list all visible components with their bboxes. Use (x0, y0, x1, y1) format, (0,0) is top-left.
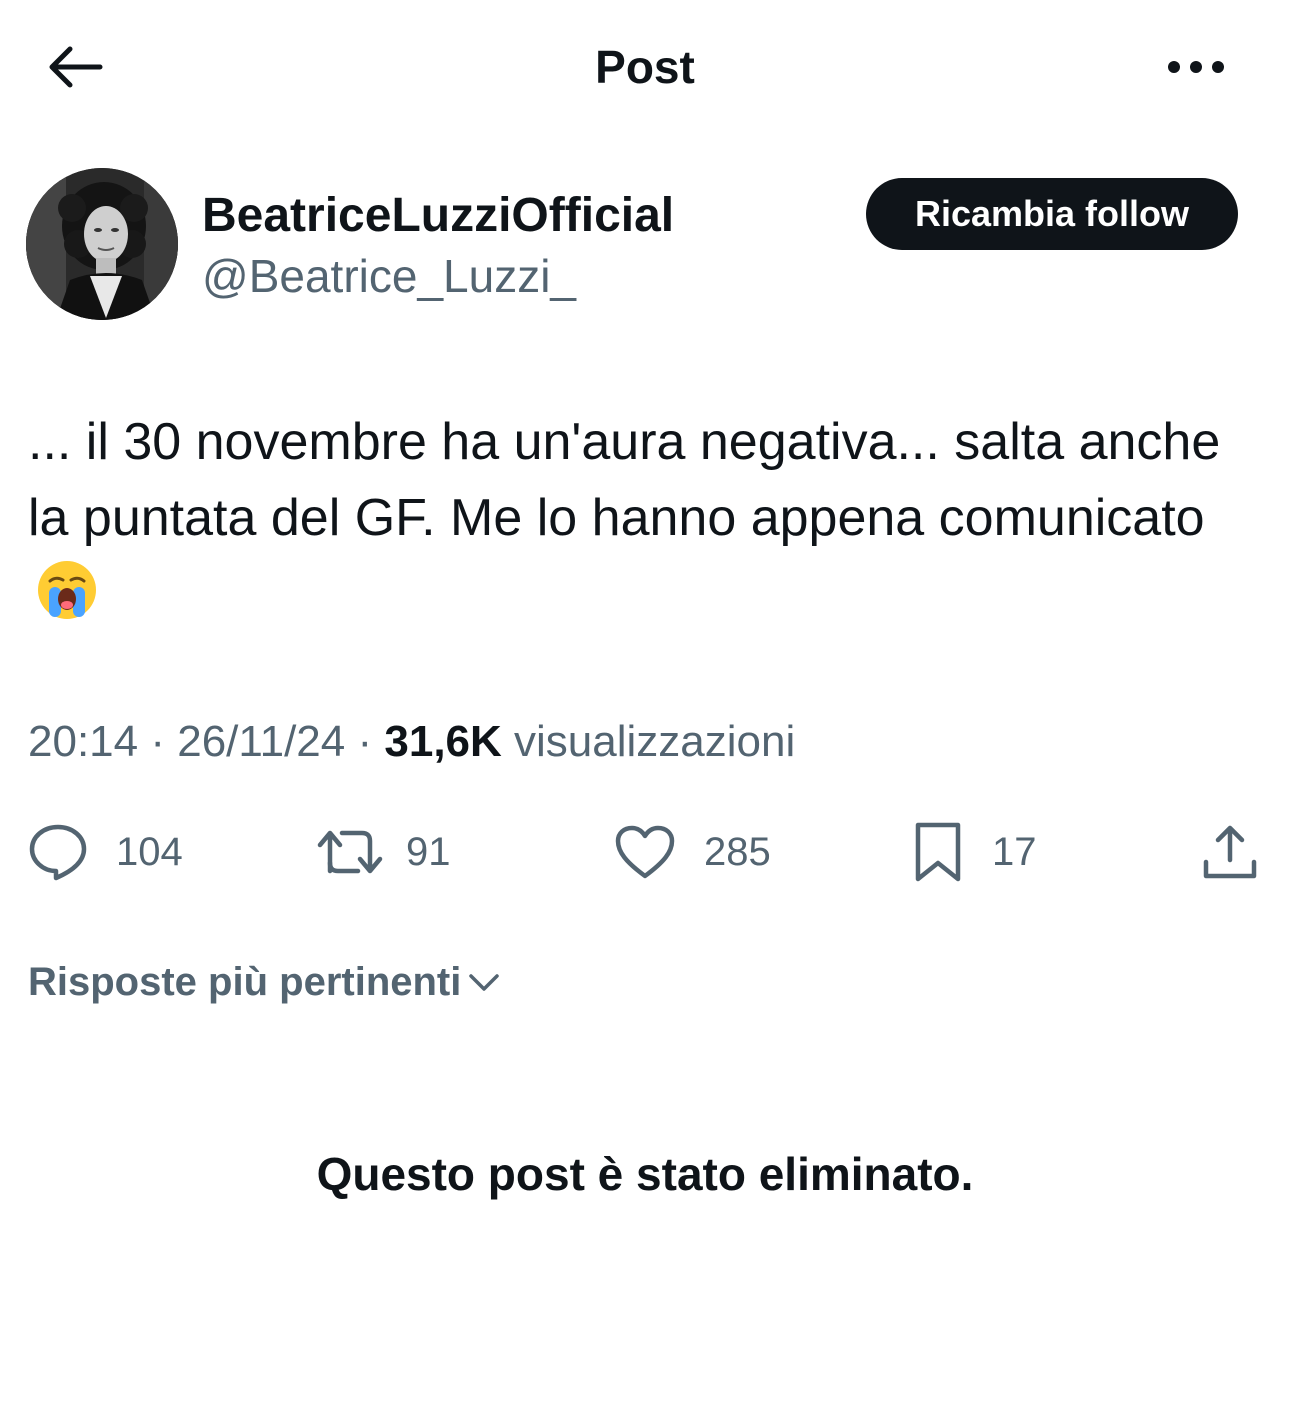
chevron-down-icon (469, 974, 500, 991)
action-bar: 104 91 285 17 (0, 810, 1290, 894)
like-button[interactable]: 285 (614, 810, 771, 894)
page-title: Post (595, 41, 695, 93)
like-count: 285 (704, 829, 771, 874)
avatar[interactable] (26, 168, 178, 320)
more-horizontal-icon (1168, 61, 1224, 73)
replies-sort-selector[interactable]: Risposte più pertinenti (28, 952, 501, 1012)
post-date: 26/11/24 (177, 717, 346, 766)
repost-count: 91 (406, 829, 451, 874)
views-count: 31,6K (384, 717, 502, 766)
more-options-button[interactable] (1160, 42, 1232, 92)
bookmark-count: 17 (992, 829, 1037, 874)
bookmark-button[interactable]: 17 (912, 810, 1037, 894)
reply-count: 104 (116, 829, 183, 874)
post-text: ... il 30 novembre ha un'aura negativa..… (28, 404, 1248, 642)
post-meta: 20:14 · 26/11/24 · 31,6K visualizzazioni (28, 714, 795, 770)
follow-back-button[interactable]: Ricambia follow (866, 178, 1238, 250)
loudly-crying-face-emoji (36, 559, 98, 642)
repost-icon (317, 830, 383, 874)
deleted-post-notice: Questo post è stato eliminato. (316, 1148, 974, 1200)
heart-icon (615, 825, 675, 879)
post-text-content: ... il 30 novembre ha un'aura negativa..… (28, 413, 1221, 547)
views-label: visualizzazioni (514, 717, 796, 766)
top-bar: Post (0, 0, 1290, 132)
author-display-name[interactable]: BeatriceLuzziOfficial (202, 188, 674, 244)
post-time: 20:14 (28, 717, 139, 766)
share-button[interactable] (1200, 810, 1260, 894)
avatar-photo (26, 168, 178, 320)
repost-button[interactable]: 91 (316, 810, 451, 894)
post-author: BeatriceLuzziOfficial @Beatrice_Luzzi_ R… (26, 168, 1266, 322)
reply-button[interactable]: 104 (28, 810, 183, 894)
back-button[interactable] (40, 38, 108, 96)
reply-icon (29, 824, 87, 881)
replies-sort-label: Risposte più pertinenti (28, 959, 462, 1004)
author-handle[interactable]: @Beatrice_Luzzi_ (202, 248, 576, 304)
meta-separator: · (150, 717, 165, 766)
arrow-left-icon (49, 46, 103, 88)
bookmark-icon (915, 822, 961, 882)
share-icon (1203, 825, 1257, 879)
meta-separator: · (357, 717, 373, 766)
